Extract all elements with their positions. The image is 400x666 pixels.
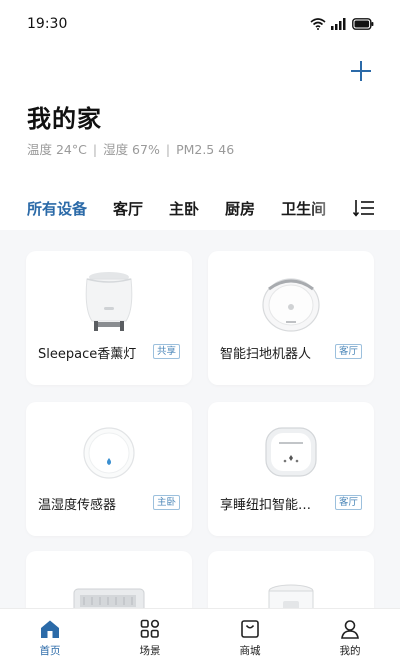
nav-label: 我的 <box>339 645 361 657</box>
room-tabs: 所有设备 客厅 主卧 厨房 卫生间 <box>0 190 400 226</box>
nav-item-profile[interactable]: 我的 <box>300 609 400 666</box>
room-tag: 客厅 <box>334 495 362 510</box>
battery-icon <box>352 18 374 30</box>
profile-icon <box>341 620 359 639</box>
aroma-lamp-image <box>85 272 133 331</box>
temperature-readout: 温度 24°C <box>27 142 87 157</box>
tab-kitchen[interactable]: 厨房 <box>225 198 255 219</box>
wifi-icon <box>310 18 326 30</box>
room-tab-scroll[interactable]: 所有设备 客厅 主卧 厨房 卫生间 <box>27 190 348 226</box>
pm25-readout: PM2.5 46 <box>176 142 235 157</box>
nav-label: 首页 <box>39 645 61 657</box>
device-card[interactable] <box>26 551 192 610</box>
shop-icon <box>241 620 259 638</box>
device-card[interactable]: 温湿度传感器 主卧 <box>26 402 192 536</box>
rice-cooker-image <box>268 584 314 610</box>
device-name: Sleepace香薰灯 <box>38 347 137 362</box>
nav-item-shop[interactable]: 商城 <box>200 609 300 666</box>
scene-grid-icon <box>140 619 160 638</box>
air-purifier-image <box>73 588 145 610</box>
device-card[interactable] <box>208 551 374 610</box>
home-title[interactable]: 我的家 <box>27 99 102 134</box>
home-icon <box>41 620 59 638</box>
sleep-button-image <box>265 427 317 477</box>
tab-all-devices[interactable]: 所有设备 <box>27 198 87 219</box>
status-bar: 19:30 <box>0 0 400 48</box>
device-name: 温湿度传感器 <box>38 498 117 513</box>
device-grid[interactable]: Sleepace香薰灯 共享 智能扫地机器人 客厅 温湿度传感器 主卧 享睡纽扣… <box>0 230 400 610</box>
nav-label: 场景 <box>139 645 161 657</box>
room-tag: 客厅 <box>334 344 362 359</box>
device-name: 智能扫地机器人 <box>220 347 312 362</box>
device-card[interactable]: Sleepace香薰灯 共享 <box>26 251 192 385</box>
signal-icon <box>331 18 346 30</box>
tab-living-room[interactable]: 客厅 <box>113 198 143 219</box>
device-name: 享睡纽扣智能… <box>220 498 312 513</box>
nav-item-home[interactable]: 首页 <box>0 609 100 666</box>
tab-bathroom[interactable]: 卫生间 <box>281 198 326 219</box>
status-time: 19:30 <box>27 16 68 32</box>
robot-vacuum-image <box>262 278 320 332</box>
nav-label: 商城 <box>239 645 261 657</box>
humidity-readout: 湿度 67% <box>103 142 160 157</box>
add-device-button[interactable] <box>348 58 374 84</box>
room-tag: 主卧 <box>152 495 180 510</box>
tab-master-bedroom[interactable]: 主卧 <box>169 198 199 219</box>
humidity-sensor-image <box>83 427 135 479</box>
status-icons <box>310 18 374 30</box>
nav-item-scene[interactable]: 场景 <box>100 609 200 666</box>
room-tag: 共享 <box>152 344 180 359</box>
sort-icon[interactable] <box>353 198 375 218</box>
device-card[interactable]: 智能扫地机器人 客厅 <box>208 251 374 385</box>
environment-info: 温度 24°C | 湿度 67% | PM2.5 46 <box>27 142 235 157</box>
device-card[interactable]: 享睡纽扣智能… 客厅 <box>208 402 374 536</box>
bottom-navigation: 首页 场景 商城 我的 <box>0 608 400 666</box>
